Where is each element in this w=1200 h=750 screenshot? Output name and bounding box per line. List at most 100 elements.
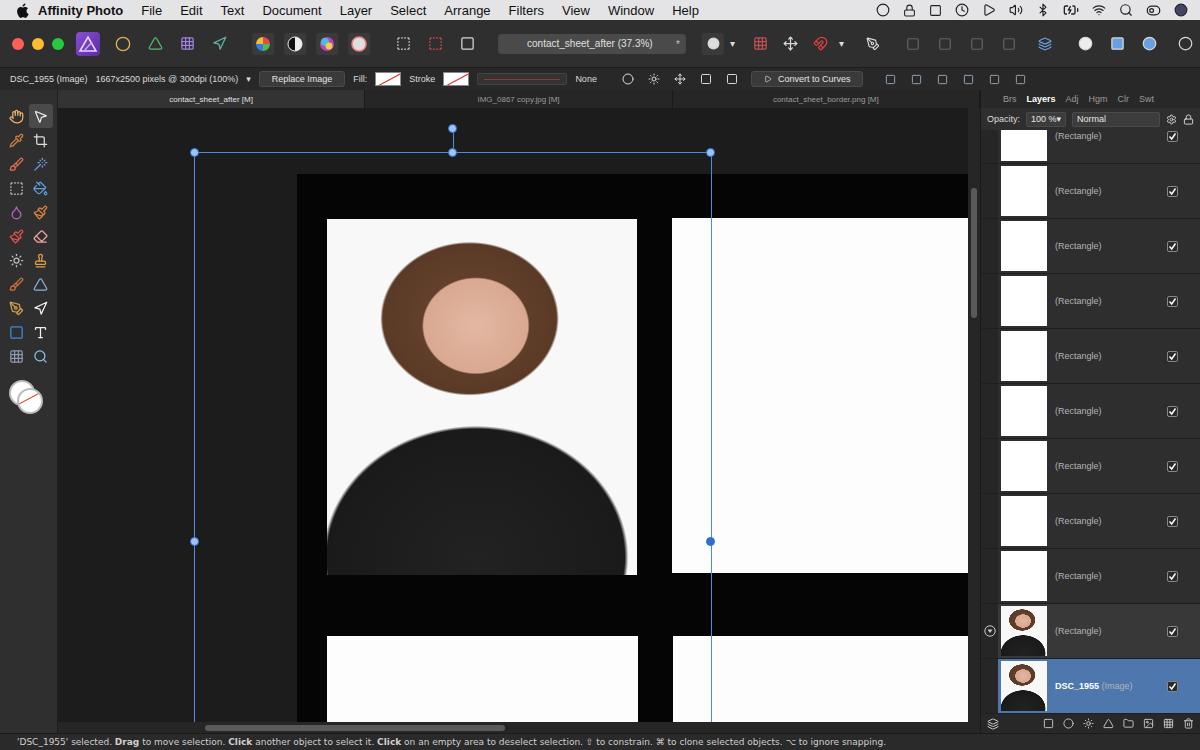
display-icon[interactable] [929,4,942,17]
check-icon[interactable] [1168,407,1177,416]
menu-item[interactable]: Window [599,3,663,18]
tool-button[interactable] [29,152,53,176]
canvas[interactable] [58,108,968,722]
check-icon[interactable] [1168,242,1177,251]
tool-button[interactable] [29,224,53,248]
tool-button[interactable] [5,296,29,320]
visibility-checkbox[interactable] [1167,351,1178,362]
select-all-button[interactable] [392,33,414,55]
account-button[interactable] [1174,33,1196,55]
adjustment-icon[interactable] [1063,718,1074,729]
time-machine-icon[interactable] [955,3,969,17]
layer-row[interactable]: (Rectangle) [981,164,1200,219]
tool-button[interactable] [29,248,53,272]
tool-button[interactable] [29,200,53,224]
menu-item[interactable]: Filters [500,3,553,18]
visibility-checkbox[interactable] [1167,406,1178,417]
replace-image-button[interactable]: Replace Image [259,71,346,87]
layer-row[interactable]: (Rectangle) [981,274,1200,329]
resize-handle[interactable] [190,537,199,546]
zoom-button[interactable] [52,38,64,50]
arrange-button[interactable] [966,33,988,55]
bluetooth-icon[interactable] [1036,3,1050,17]
tool-button[interactable] [5,272,29,296]
creative-cloud-icon[interactable] [876,3,890,17]
shield-icon[interactable] [903,4,916,17]
invert-button[interactable] [456,33,478,55]
studio-tab[interactable]: Adj [1066,94,1079,104]
rotate-button[interactable] [721,68,743,90]
studio-button[interactable] [252,33,274,55]
check-icon[interactable] [1168,682,1177,691]
mode-dropdown[interactable]: ▾ [730,38,735,49]
resize-handle[interactable] [448,148,457,157]
align-button[interactable] [983,68,1005,90]
blend-mode-field[interactable]: Normal [1072,112,1160,127]
hue-icon[interactable] [319,36,335,52]
visibility-checkbox[interactable] [1167,571,1178,582]
studio-tab[interactable]: Layers [1027,94,1056,104]
align-button[interactable] [1009,68,1031,90]
flip-h-button[interactable] [669,68,691,90]
horizontal-scrollbar[interactable] [58,722,980,733]
layer-row[interactable]: (Rectangle) [981,130,1200,164]
arrange-button[interactable] [902,33,924,55]
convert-to-curves-button[interactable]: Convert to Curves [751,71,864,87]
studio-tab[interactable]: Brs [1003,94,1017,104]
snapping-button[interactable] [809,33,831,55]
photo-frame[interactable] [327,219,637,575]
collapse-icon[interactable] [984,625,996,637]
origin-button[interactable] [617,68,639,90]
menu-item[interactable]: Text [212,3,254,18]
studio-tab[interactable]: Hgm [1089,94,1108,104]
check-icon[interactable] [1168,352,1177,361]
menu-item[interactable]: Layer [331,3,382,18]
gradient-icon[interactable] [351,36,367,52]
colour-wheel-icon[interactable] [255,36,271,52]
tool-button[interactable] [5,224,29,248]
studio-button[interactable] [284,33,306,55]
menu-item[interactable]: View [553,3,599,18]
check-icon[interactable] [1168,462,1177,471]
arrange-button[interactable] [934,33,956,55]
studio-button[interactable] [316,33,338,55]
tool-button[interactable] [5,344,29,368]
align-button[interactable] [1034,33,1056,55]
colour-well[interactable] [7,376,51,420]
layer-row[interactable]: (Rectangle) [981,494,1200,549]
empty-frame[interactable] [327,636,638,722]
layer-row[interactable]: (Rectangle) [981,549,1200,604]
document-title-field[interactable]: contact_sheet_after (37.3%)* [498,34,686,54]
align-button[interactable] [931,68,953,90]
guides-button[interactable] [779,33,801,55]
visibility-checkbox[interactable] [1167,186,1178,197]
tool-button[interactable] [5,152,29,176]
selection-box[interactable] [194,152,712,722]
layer-row[interactable]: (Rectangle) [981,384,1200,439]
force-pixel-button[interactable] [862,33,884,55]
empty-frame[interactable] [673,636,968,722]
lock-icon[interactable] [1183,114,1194,125]
check-icon[interactable] [1168,627,1177,636]
persona-button[interactable] [208,33,230,55]
add-pixel-layer-icon[interactable] [1143,718,1154,729]
check-icon[interactable] [1168,297,1177,306]
menu-item[interactable]: Select [381,3,435,18]
grid-button[interactable] [749,33,771,55]
visibility-button[interactable] [643,68,665,90]
layers-icon[interactable] [987,718,999,730]
app-menu[interactable]: Affinity Photo [29,3,132,18]
visibility-checkbox[interactable] [1167,626,1178,637]
align-button[interactable] [879,68,901,90]
menu-item[interactable]: Help [663,3,708,18]
snapping-dropdown[interactable]: ▾ [839,38,844,49]
tool-button[interactable] [5,104,29,128]
flip-v-button[interactable] [695,68,717,90]
wifi-icon[interactable] [1092,3,1106,17]
resize-handle[interactable] [190,148,199,157]
empty-frame[interactable] [672,218,968,573]
visibility-checkbox[interactable] [1167,461,1178,472]
menu-item[interactable]: Arrange [435,3,499,18]
control-centre-icon[interactable] [1146,3,1161,18]
mask-icon[interactable] [1043,718,1054,729]
